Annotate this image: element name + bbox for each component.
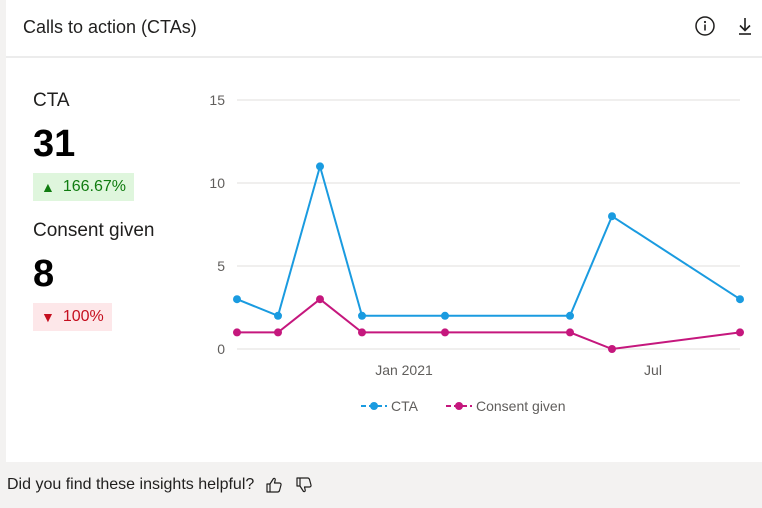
x-tick-label: Jan 2021 (375, 362, 433, 378)
data-point (736, 295, 744, 304)
y-tick-label: 0 (217, 341, 225, 357)
y-tick-label: 15 (209, 92, 225, 108)
data-point (316, 295, 324, 304)
cta-line-chart: 0 5 10 15 Jan 2021 Jul CTA Consent given (209, 92, 744, 414)
data-point (441, 311, 449, 320)
feedback-bar: Did you find these insights helpful? (7, 475, 314, 495)
data-point (566, 311, 574, 320)
feedback-question: Did you find these insights helpful? (7, 476, 255, 493)
thumbs-up-icon[interactable] (264, 475, 284, 495)
data-point (608, 212, 616, 221)
data-point (736, 328, 744, 337)
data-point (358, 311, 366, 320)
data-point (233, 328, 241, 337)
data-point (274, 328, 282, 337)
series-line (237, 297, 741, 351)
series-line (236, 162, 741, 318)
data-point (441, 328, 449, 337)
data-point (274, 311, 282, 320)
data-point (566, 328, 574, 337)
thumbs-down-icon[interactable] (294, 475, 314, 495)
data-point (358, 328, 366, 337)
data-point (608, 345, 616, 353)
legend-label: Consent given (476, 398, 566, 414)
legend-marker (455, 402, 463, 410)
y-tick-label: 5 (217, 258, 225, 274)
data-point (316, 162, 324, 171)
x-tick-label: Jul (644, 362, 662, 378)
y-tick-label: 10 (209, 175, 225, 191)
legend-marker (370, 402, 378, 410)
data-point (233, 295, 241, 304)
legend-label: CTA (391, 398, 419, 414)
